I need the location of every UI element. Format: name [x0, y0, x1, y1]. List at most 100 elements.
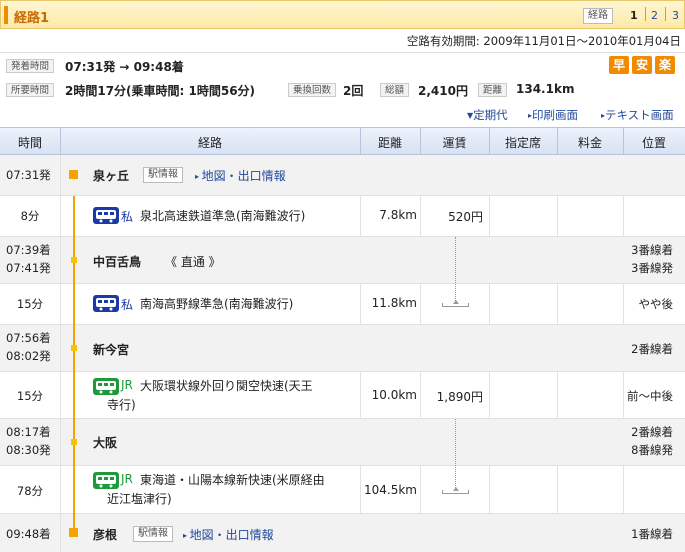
segment-duration: 78分 — [16, 484, 44, 498]
station-row: 07:56着 08:02発 新今宮 2番線着 — [0, 325, 685, 372]
line-name[interactable]: 南海高野線準急(南海難波行) — [140, 295, 293, 313]
column-divider — [420, 196, 421, 237]
platform-arrival: 3番線着 — [631, 243, 673, 257]
route-line — [73, 514, 75, 528]
station-marker-icon — [69, 528, 78, 537]
segment-row: 78分 JR 東海道・山陽本線新快速(米原経由 近江塩津行) 104.5km — [0, 466, 685, 514]
station-time: 07:39着 — [6, 243, 51, 257]
line-name-continued[interactable]: 寺行) — [107, 396, 136, 414]
platform-arrival: 2番線着 — [631, 425, 673, 439]
station-row: 08:17着 08:30発 大阪 2番線着 8番線発 — [0, 419, 685, 466]
column-divider — [60, 372, 61, 419]
station-time: 09:48着 — [6, 527, 51, 541]
validity-period: 空路有効期間: 2009年11月01日～2010年01月04日 — [406, 34, 681, 48]
title-bar-handle — [4, 6, 8, 24]
car-position: やや後 — [638, 297, 674, 311]
column-divider — [623, 372, 624, 419]
station-time: 07:41発 — [6, 261, 51, 275]
line-name[interactable]: 東海道・山陽本線新快速(米原経由 — [140, 471, 325, 489]
station-marker-icon — [71, 257, 77, 263]
transfers-value: 2回 — [343, 84, 364, 98]
route-line — [73, 372, 75, 419]
route-page-3[interactable]: 3 — [672, 9, 679, 22]
page-separator — [645, 7, 646, 21]
line-name[interactable]: 大阪環状線外回り関空快速(天王 — [140, 377, 313, 395]
station-marker-icon — [69, 170, 78, 179]
column-header-charge: 料金 — [577, 136, 602, 150]
column-divider — [623, 284, 624, 325]
text-view-link[interactable]: ▸テキスト画面 — [601, 107, 674, 123]
route-title-bar: 経路1 経路 1 2 3 — [0, 0, 685, 29]
segment-distance: 104.5km — [364, 483, 417, 497]
column-divider — [557, 372, 558, 419]
segment-distance: 11.8km — [371, 296, 417, 310]
route-title: 経路1 — [14, 11, 50, 26]
through-service-label: 《 直通 》 — [165, 255, 221, 269]
column-header-reserved: 指定席 — [504, 136, 541, 150]
route-page-1[interactable]: 1 — [630, 9, 638, 22]
station-time: 08:02発 — [6, 349, 51, 363]
column-divider — [420, 372, 421, 419]
segment-row: 15分 私 南海高野線準急(南海難波行) 11.8km やや後 — [0, 284, 685, 325]
column-divider — [60, 284, 61, 325]
column-divider — [557, 466, 558, 514]
train-icon — [93, 472, 119, 489]
station-name[interactable]: 新今宮 — [93, 341, 129, 358]
column-divider — [60, 155, 61, 196]
train-icon — [93, 207, 119, 224]
column-divider — [60, 419, 61, 466]
line-name-continued[interactable]: 近江塩津行) — [107, 490, 172, 508]
rail-type: JR — [121, 472, 133, 486]
fare-value: 2,410円 — [418, 84, 468, 98]
page-separator — [665, 7, 666, 21]
duration-value: 2時間17分(乗車時間: 1時間56分) — [65, 84, 256, 98]
station-info-button[interactable]: 駅情報 — [143, 167, 183, 183]
fare-range-marker — [453, 300, 459, 304]
column-divider — [489, 466, 490, 514]
column-divider — [557, 196, 558, 237]
depart-arrive-value: 07:31発 → 09:48着 — [65, 60, 184, 74]
segment-fare: 1,890円 — [436, 390, 483, 404]
station-name[interactable]: 中百舌鳥 — [93, 253, 141, 270]
platform-arrival: 2番線着 — [631, 342, 673, 356]
rail-type: 私 — [121, 298, 134, 312]
pass-fare-link[interactable]: ▼定期代 — [467, 107, 508, 123]
station-time: 07:56着 — [6, 331, 51, 345]
station-row: 07:31発 泉ヶ丘 駅情報 ▸ 地図・出口情報 — [0, 155, 685, 196]
depart-arrive-label: 発着時間 — [6, 59, 55, 73]
station-name[interactable]: 彦根 — [93, 526, 117, 543]
column-header-route: 経路 — [197, 136, 222, 150]
column-divider — [420, 466, 421, 514]
line-name[interactable]: 泉北高速鉄道準急(南海難波行) — [140, 207, 305, 225]
column-divider — [360, 466, 361, 514]
station-time: 08:17着 — [6, 425, 51, 439]
station-name[interactable]: 泉ヶ丘 — [93, 167, 129, 184]
station-time: 08:30発 — [6, 443, 51, 457]
map-exit-info-link[interactable]: ▸ 地図・出口情報 — [195, 167, 286, 184]
cheapest-badge: 安 — [632, 56, 652, 74]
segment-distance: 7.8km — [379, 208, 417, 222]
column-header-time: 時間 — [17, 136, 42, 150]
column-divider — [60, 514, 61, 552]
segment-duration: 15分 — [16, 297, 44, 311]
station-info-button[interactable]: 駅情報 — [133, 526, 173, 542]
column-divider — [489, 196, 490, 237]
column-divider — [489, 284, 490, 325]
easiest-badge: 楽 — [655, 56, 675, 74]
platform-arrival: 1番線着 — [631, 527, 673, 541]
platform-departure: 8番線発 — [631, 443, 673, 457]
station-name[interactable]: 大阪 — [93, 434, 117, 451]
map-exit-info-link[interactable]: ▸ 地図・出口情報 — [183, 526, 274, 543]
segment-row: 8分 私 泉北高速鉄道準急(南海難波行) 7.8km 520円 — [0, 196, 685, 237]
print-view-link[interactable]: ▸印刷画面 — [528, 107, 578, 123]
route-line — [73, 466, 75, 514]
column-header-fare: 運賃 — [442, 136, 467, 150]
route-page-2[interactable]: 2 — [651, 9, 658, 22]
fastest-badge: 早 — [609, 56, 629, 74]
duration-label: 所要時間 — [6, 83, 55, 97]
column-divider — [489, 372, 490, 419]
column-divider — [60, 466, 61, 514]
station-row: 07:39着 07:41発 中百舌鳥 《 直通 》 3番線着 3番線発 — [0, 237, 685, 284]
station-marker-icon — [71, 345, 77, 351]
rail-type: JR — [121, 378, 133, 392]
